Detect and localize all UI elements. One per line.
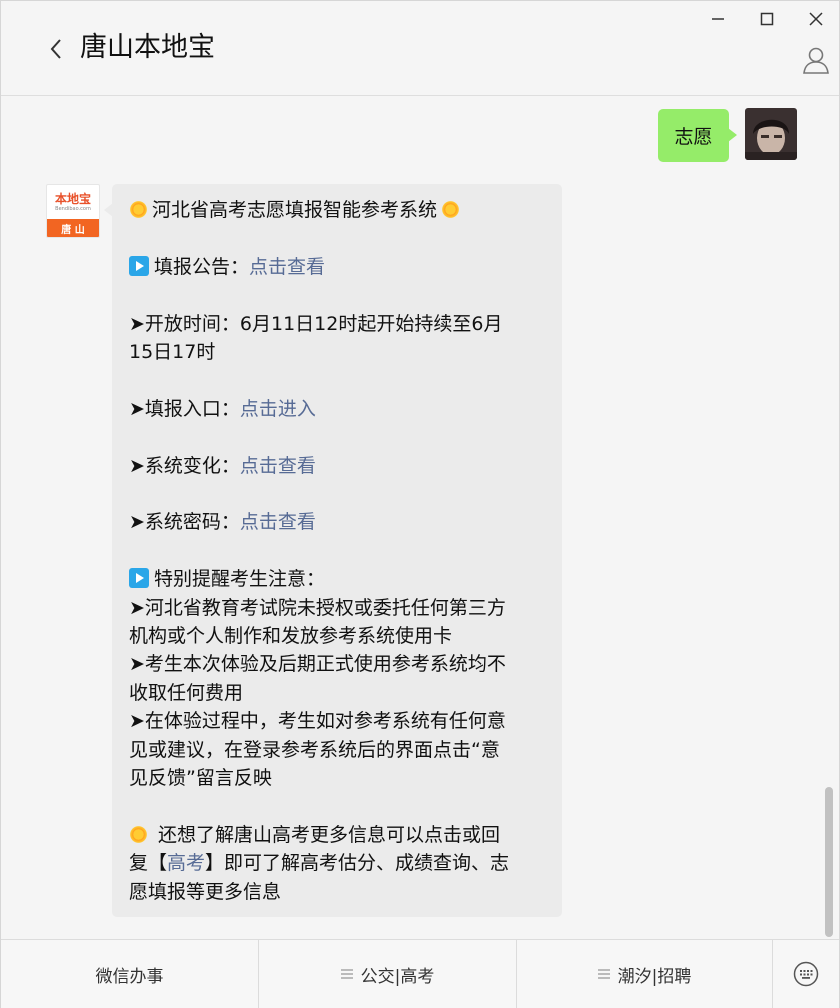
entry-link[interactable]: 点击进入: [240, 398, 316, 420]
keyboard-toggle-button[interactable]: [773, 940, 839, 1008]
sun-icon: [441, 200, 461, 219]
keyboard-icon: [793, 961, 819, 987]
minimize-button[interactable]: [703, 7, 733, 31]
notice-label: 填报公告：: [154, 255, 250, 278]
remind-line: ➤河北省教育考试院未授权或委托任何第三方: [129, 596, 506, 619]
my-avatar[interactable]: [745, 108, 797, 160]
logo-city: 唐 山: [47, 219, 99, 237]
menu-label: 潮汐|招聘: [617, 966, 692, 987]
chat-window: 唐山本地宝 志愿 本地宝 Bendibao.com 唐 山 河北省高考志愿填报智…: [0, 0, 840, 1008]
remind-line: 见反馈”留言反映: [129, 767, 272, 790]
menu-label: 微信办事: [95, 966, 164, 987]
notice-line: 填报公告：点击查看: [129, 253, 548, 281]
logo-subtext: Bendibao.com: [55, 205, 91, 212]
remind-line: 见或建议，在登录参考系统后的界面点击“意: [129, 738, 500, 761]
menu-item-bus-gaokao[interactable]: 公交|高考: [259, 940, 517, 1008]
password-label: ➤系统密码：: [129, 511, 240, 534]
maximize-button[interactable]: [752, 7, 782, 31]
close-button[interactable]: [801, 7, 831, 31]
more-text: 复【: [129, 852, 168, 875]
user-photo: [745, 108, 797, 160]
more-text: 还想了解唐山高考更多信息可以点击或回: [152, 823, 501, 846]
bottom-menu: 微信办事 公交|高考 潮汐|招聘: [1, 939, 839, 1008]
close-icon: [809, 12, 823, 26]
my-message-text: 志愿: [674, 126, 713, 148]
notice-link[interactable]: 点击查看: [249, 256, 325, 278]
account-avatar[interactable]: 本地宝 Bendibao.com 唐 山: [46, 184, 100, 238]
menu-lines-icon: [340, 969, 353, 979]
play-icon: [129, 255, 149, 276]
play-icon: [129, 568, 149, 589]
open-time-line-2: 15日17时: [129, 341, 216, 363]
remind-title: 特别提醒考生注意：: [154, 568, 326, 591]
remind-line: 收取任何费用: [129, 681, 244, 704]
remind-line: ➤考生本次体验及后期正式使用参考系统均不: [129, 653, 506, 676]
change-line: ➤系统变化：点击查看: [129, 452, 548, 480]
change-label: ➤系统变化：: [129, 454, 240, 477]
more-text: 】即可了解高考估分、成绩查询、志: [205, 852, 510, 875]
chat-title: 唐山本地宝: [80, 32, 215, 63]
scrollbar-thumb[interactable]: [825, 787, 833, 937]
logo-text: 本地宝: [54, 191, 91, 206]
password-link[interactable]: 点击查看: [240, 511, 316, 533]
sun-icon: [129, 824, 148, 844]
my-message-bubble[interactable]: 志愿: [658, 109, 737, 162]
open-time-line-1: ➤开放时间：6月11日12时起开始持续至6月: [129, 312, 503, 335]
more-line-2: 复【高考】即可了解高考估分、成绩查询、志: [129, 849, 548, 877]
message-title-line: 河北省高考志愿填报智能参考系统: [129, 196, 548, 224]
more-line-3: 愿填报等更多信息: [129, 880, 282, 903]
more-line-1: 还想了解唐山高考更多信息可以点击或回: [129, 821, 548, 849]
profile-button[interactable]: [801, 45, 833, 77]
menu-lines-icon: [597, 969, 610, 979]
gaokao-link[interactable]: 高考: [167, 852, 205, 874]
change-link[interactable]: 点击查看: [240, 455, 316, 477]
message-title: 河北省高考志愿填报智能参考系统: [152, 199, 438, 221]
bot-message-bubble: 河北省高考志愿填报智能参考系统 填报公告：点击查看 ➤开放时间：6月11日12时…: [104, 184, 562, 917]
remind-line: 机构或个人制作和发放参考系统使用卡: [129, 625, 453, 647]
menu-label: 公交|高考: [360, 966, 435, 987]
menu-item-tide-jobs[interactable]: 潮汐|招聘: [517, 940, 773, 1008]
entry-line: ➤填报入口：点击进入: [129, 395, 548, 423]
maximize-icon: [760, 12, 774, 26]
entry-label: ➤填报入口：: [129, 397, 240, 420]
menu-item-wechat-services[interactable]: 微信办事: [1, 940, 259, 1008]
chevron-left-icon: [50, 39, 61, 59]
title-bar: 唐山本地宝: [1, 1, 839, 96]
remind-line: ➤在体验过程中，考生如对参考系统有任何意: [129, 710, 506, 733]
sun-icon: [129, 200, 148, 219]
password-line: ➤系统密码：点击查看: [129, 508, 548, 536]
back-button[interactable]: [41, 33, 71, 65]
remind-title-line: 特别提醒考生注意：: [129, 565, 548, 593]
person-icon: [803, 47, 829, 74]
minimize-icon: [712, 18, 724, 20]
